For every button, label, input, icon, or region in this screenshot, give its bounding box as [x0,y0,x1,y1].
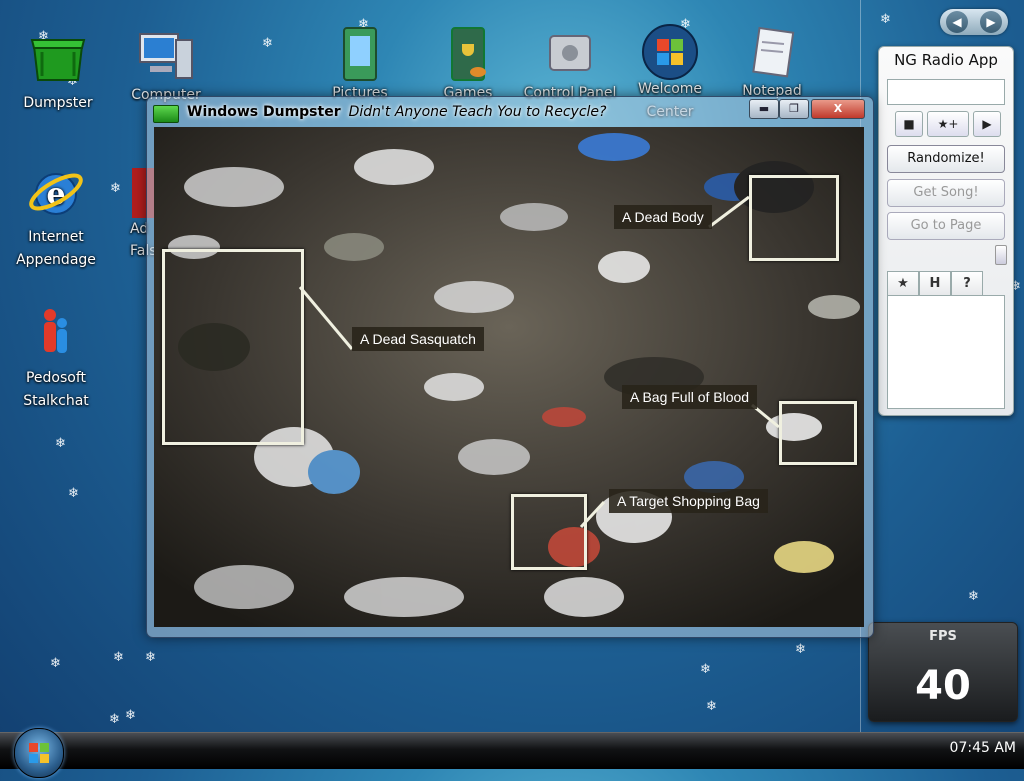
randomize-button[interactable]: Randomize! [887,145,1005,173]
get-song-button[interactable]: Get Song! [887,179,1005,207]
dumpster-icon [153,105,179,123]
desktop-icon-pictures[interactable]: Pictures [310,24,410,105]
radio-song-display [887,79,1005,105]
desktop-icon-control-panel[interactable]: Control Panel [520,26,620,105]
desktop-icon-notepad[interactable]: Notepad [722,24,822,103]
highlight-dead-body[interactable] [749,175,839,261]
desktop-icon-internet-appendage[interactable]: e Internet Appendage [6,162,106,272]
radio-stop-button[interactable]: ■ [895,111,923,137]
control-panel-icon [540,26,600,86]
dumpster-window: Windows Dumpster Didn't Anyone Teach You … [146,96,874,638]
close-button[interactable]: X [811,99,865,119]
windows-logo-icon [640,22,700,82]
fps-gadget: FPS 40 [868,622,1018,722]
callout-dead-body: A Dead Body [614,205,712,229]
messenger-people-icon [26,303,86,363]
window-title-text: Windows Dumpster Didn't Anyone Teach You … [187,104,606,120]
desktop-icon-pedosoft-stalkchat[interactable]: Pedosoft Stalkchat [6,303,106,413]
start-button[interactable] [14,728,64,778]
maximize-button[interactable]: ❐ [779,99,809,119]
radio-tabs: ★ H ? [887,271,1003,296]
notepad-icon [742,24,802,84]
tab-help[interactable]: ? [951,271,983,296]
games-icon [438,24,498,84]
sidebar-nav: ◀ ▶ [940,9,1008,35]
window-subtitle: Didn't Anyone Teach You to Recycle? [348,104,607,120]
highlight-dead-sasquatch[interactable] [162,249,304,445]
radio-favorite-button[interactable]: ★+ [927,111,969,137]
callout-dead-sasquatch: A Dead Sasquatch [352,327,484,351]
dumpster-photo: A Dead Body A Dead Sasquatch A Bag Full … [154,127,864,627]
tab-history[interactable]: H [919,271,951,296]
desktop-icon-computer[interactable]: Computer [116,26,216,107]
fps-label: FPS [929,629,957,644]
minimize-button[interactable]: ▬ [749,99,779,119]
taskbar [0,732,1024,769]
sidebar-forward-button[interactable]: ▶ [980,11,1002,33]
go-to-page-button[interactable]: Go to Page [887,212,1005,240]
window-title: Windows Dumpster [187,104,341,120]
computer-icon [136,26,196,86]
highlight-blood-bag[interactable] [779,401,857,465]
fps-value: 40 [915,663,971,709]
desktop-icon-label: Dumpster [23,95,93,111]
sidebar-back-button[interactable]: ◀ [946,11,968,33]
desktop-icon-games[interactable]: Games [418,24,518,105]
highlight-target-bag[interactable] [511,494,587,570]
dumpster-icon [28,28,88,88]
radio-title: NG Radio App [894,51,998,69]
taskbar-clock[interactable]: 07:45 AM [950,740,1016,756]
desktop-icon-label: Pedosoft Stalkchat [23,370,89,409]
internet-explorer-icon: e [26,162,86,222]
callout-target-bag: A Target Shopping Bag [609,489,768,513]
pictures-icon [330,24,390,84]
volume-slider[interactable] [995,245,1007,265]
tab-favorites[interactable]: ★ [887,271,919,296]
radio-play-button[interactable]: ▶ [973,111,1001,137]
radio-tab-content [887,295,1005,409]
windows-logo-icon [29,743,49,763]
radio-gadget: NG Radio App ■ ★+ ▶ Randomize! Get Song!… [878,46,1014,416]
callout-blood-bag: A Bag Full of Blood [622,385,758,409]
window-titlebar[interactable]: Windows Dumpster Didn't Anyone Teach You … [147,97,873,127]
desktop-icon-dumpster[interactable]: Dumpster [8,28,108,115]
desktop-icon-label: Internet Appendage [16,229,96,268]
